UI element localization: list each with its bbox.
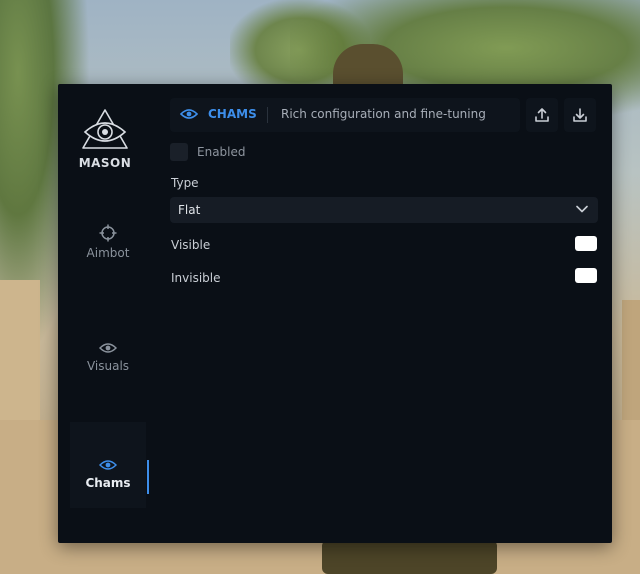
eye-icon [99, 460, 117, 470]
section-header: CHAMS Rich configuration and fine-tuning [170, 98, 520, 132]
crosshair-icon [99, 224, 117, 242]
brand-logo: MASON [58, 108, 152, 170]
brand-name: MASON [78, 156, 132, 170]
sidebar-item-label: Aimbot [86, 246, 130, 260]
invisible-color-swatch[interactable] [575, 268, 597, 283]
visible-color-swatch[interactable] [575, 236, 597, 251]
type-select[interactable]: Flat [170, 197, 598, 223]
chevron-down-icon [576, 205, 588, 213]
sidebar-item-aimbot[interactable]: Aimbot [70, 224, 146, 310]
visible-label: Visible [171, 238, 211, 252]
eye-icon [180, 109, 198, 119]
divider [267, 107, 268, 123]
player-model-legs [322, 540, 497, 574]
cheat-menu-panel: MASON Aimbot Visuals Chams CHAMS Rich co… [58, 84, 612, 543]
sidebar-item-label: Visuals [86, 359, 130, 373]
section-description: Rich configuration and fine-tuning [281, 107, 486, 121]
enabled-checkbox[interactable] [170, 143, 188, 161]
sidebar-item-visuals[interactable]: Visuals [70, 341, 146, 427]
sidebar-item-label: Chams [85, 476, 131, 490]
type-select-value: Flat [178, 203, 201, 217]
upload-icon [535, 108, 549, 122]
invisible-label: Invisible [171, 271, 221, 285]
type-label: Type [171, 176, 199, 190]
sidebar: MASON Aimbot Visuals Chams [58, 84, 149, 543]
sidebar-item-chams[interactable]: Chams [70, 422, 149, 508]
download-icon [573, 108, 587, 122]
eye-icon [99, 343, 117, 353]
download-button[interactable] [564, 98, 596, 132]
wall [0, 280, 40, 420]
section-title: CHAMS [208, 107, 257, 121]
upload-button[interactable] [526, 98, 558, 132]
eye-of-providence-icon [82, 109, 128, 149]
enabled-label: Enabled [197, 145, 246, 159]
